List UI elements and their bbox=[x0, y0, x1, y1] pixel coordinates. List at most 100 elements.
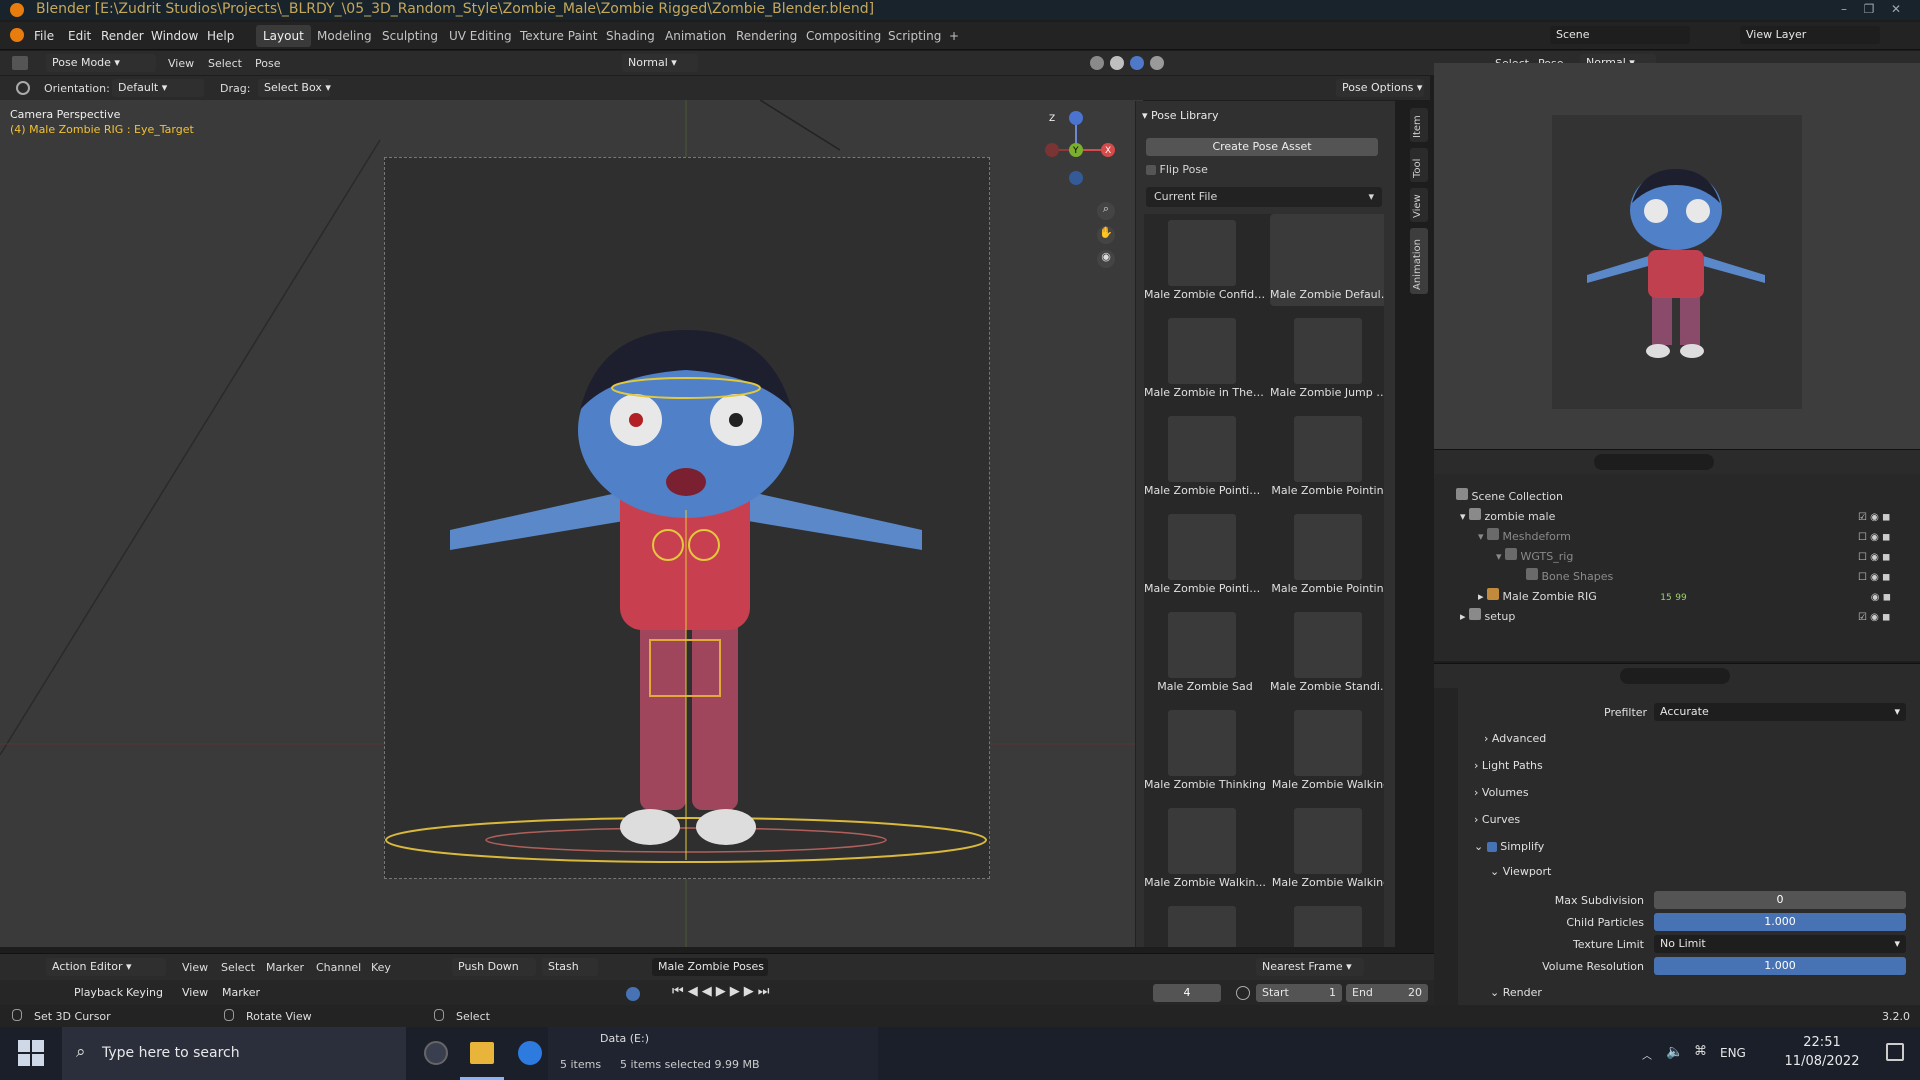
pose-item[interactable]: Male Zombie Jump H... bbox=[1270, 312, 1384, 404]
ae-menu-view[interactable]: View bbox=[182, 961, 208, 974]
child-particles-field[interactable]: 1.000 bbox=[1654, 913, 1906, 931]
pose-item[interactable]: Male Zombie Default ... bbox=[1270, 214, 1384, 306]
pose-item[interactable] bbox=[1270, 900, 1384, 947]
flip-pose-checkbox[interactable]: Flip Pose bbox=[1146, 163, 1208, 176]
tab-rendering[interactable]: Rendering bbox=[729, 25, 804, 47]
pose-item[interactable]: Male Zombie Thinking bbox=[1144, 704, 1266, 796]
menu-render[interactable]: Render bbox=[101, 29, 144, 43]
ae-menu-key[interactable]: Key bbox=[371, 961, 391, 974]
prefilter-dropdown[interactable]: Accurate ▾ bbox=[1654, 703, 1906, 721]
drag-dropdown[interactable]: Select Box ▾ bbox=[258, 79, 331, 97]
obs-taskbar-icon[interactable] bbox=[424, 1041, 448, 1065]
current-frame-field[interactable]: 4 bbox=[1153, 984, 1221, 1002]
menu-edit[interactable]: Edit bbox=[68, 29, 91, 43]
outliner-visibility-toggles[interactable]: ☑ ◉ ◼ ☐ ◉ ◼ ☐ ◉ ◼ ☐ ◉ ◼ ◉ ◼ ☑ ◉ ◼ bbox=[1858, 508, 1908, 628]
outliner-row-meshdeform[interactable]: ▾ Meshdeform bbox=[1478, 528, 1571, 548]
max-subdivision-field[interactable]: 0 bbox=[1654, 891, 1906, 909]
file-explorer-taskbar-icon[interactable] bbox=[470, 1042, 494, 1064]
menu-help[interactable]: Help bbox=[207, 29, 234, 43]
tab-texture-paint[interactable]: Texture Paint bbox=[513, 25, 604, 47]
view-layer-selector[interactable]: View Layer bbox=[1740, 26, 1880, 44]
camera-preview-viewport[interactable] bbox=[1434, 63, 1920, 449]
start-frame-field[interactable]: Start 1 bbox=[1256, 984, 1342, 1002]
texture-limit-dropdown[interactable]: No Limit ▾ bbox=[1654, 935, 1906, 953]
mode-selector[interactable]: Pose Mode ▾ bbox=[46, 54, 156, 72]
pan-hand-icon[interactable]: ✋ bbox=[1097, 226, 1115, 244]
outliner-row-wgts-rig[interactable]: ▾ WGTS_rig bbox=[1496, 548, 1573, 568]
3d-viewport[interactable]: Camera Perspective (4) Male Zombie RIG :… bbox=[0, 100, 1143, 947]
create-pose-asset-button[interactable]: Create Pose Asset bbox=[1146, 138, 1378, 156]
tab-tool[interactable]: Tool bbox=[1410, 148, 1428, 182]
ae-menu-select[interactable]: Select bbox=[221, 961, 255, 974]
tab-animation[interactable]: Animation bbox=[1410, 228, 1428, 294]
add-workspace-button[interactable]: + bbox=[942, 25, 966, 47]
maximize-icon[interactable]: ❐ bbox=[1860, 2, 1878, 18]
tab-animation[interactable]: Animation bbox=[658, 25, 733, 47]
pose-item[interactable]: Male Zombie Sad bbox=[1144, 606, 1266, 698]
tab-scripting[interactable]: Scripting bbox=[881, 25, 948, 47]
tab-item[interactable]: Item bbox=[1410, 108, 1428, 142]
pose-options-dropdown[interactable]: Pose Options ▾ bbox=[1336, 79, 1424, 97]
tool-icon[interactable] bbox=[16, 81, 30, 95]
viewport-menu-view[interactable]: View bbox=[168, 57, 194, 70]
keying-menu[interactable]: Keying bbox=[120, 984, 164, 1002]
scene-selector[interactable]: Scene bbox=[1550, 26, 1690, 44]
language-indicator[interactable]: ENG bbox=[1720, 1046, 1746, 1060]
menu-file[interactable]: File bbox=[34, 29, 54, 43]
section-curves[interactable]: › Curves bbox=[1474, 813, 1520, 826]
viewport-menu-select[interactable]: Select bbox=[208, 57, 242, 70]
viewport-menu-pose[interactable]: Pose bbox=[255, 57, 280, 70]
outliner-row-male-zombie-rig[interactable]: ▸ Male Zombie RIG 15 99 bbox=[1478, 588, 1687, 608]
snapping-dropdown[interactable]: Nearest Frame ▾ bbox=[1256, 958, 1364, 976]
clock-date[interactable]: 11/08/2022 bbox=[1762, 1054, 1882, 1069]
pose-item[interactable]: Male Zombie Pointin... bbox=[1144, 410, 1266, 502]
section-simplify[interactable]: ⌄ Simplify bbox=[1474, 840, 1544, 853]
section-volumes[interactable]: › Volumes bbox=[1474, 786, 1529, 799]
orientation-dropdown[interactable]: Default ▾ bbox=[112, 79, 204, 97]
volume-resolution-field[interactable]: 1.000 bbox=[1654, 957, 1906, 975]
notifications-icon[interactable] bbox=[1886, 1043, 1904, 1061]
end-frame-field[interactable]: End 20 bbox=[1346, 984, 1428, 1002]
pose-item[interactable]: Male Zombie Walking bbox=[1270, 802, 1384, 894]
properties-tab-strip[interactable] bbox=[1434, 688, 1458, 1006]
pose-item[interactable]: Male Zombie Pointin... bbox=[1144, 508, 1266, 600]
tab-uv-editing[interactable]: UV Editing bbox=[442, 25, 519, 47]
push-down-button[interactable]: Push Down bbox=[452, 958, 536, 976]
outliner-row-bone-shapes[interactable]: Bone Shapes bbox=[1526, 568, 1613, 588]
network-icon[interactable]: ⌘ bbox=[1694, 1044, 1707, 1059]
tray-chevron-icon[interactable]: ︿ bbox=[1642, 1047, 1652, 1062]
pose-item[interactable]: Male Zombie Standin... bbox=[1270, 606, 1384, 698]
tab-shading[interactable]: Shading bbox=[599, 25, 662, 47]
outliner-search-input[interactable] bbox=[1594, 454, 1714, 470]
pose-item[interactable]: Male Zombie Confiden bbox=[1144, 214, 1266, 306]
zombie-character[interactable] bbox=[300, 260, 1080, 920]
tab-sculpting[interactable]: Sculpting bbox=[375, 25, 445, 47]
clock-time[interactable]: 22:51 bbox=[1780, 1035, 1864, 1050]
edge-taskbar-icon[interactable] bbox=[518, 1041, 542, 1065]
properties-search-input[interactable] bbox=[1620, 668, 1730, 684]
windows-start-icon[interactable] bbox=[18, 1040, 44, 1066]
editor-type-icon[interactable] bbox=[12, 56, 28, 70]
minimize-icon[interactable]: – bbox=[1835, 2, 1853, 18]
pose-item[interactable]: Male Zombie in The ai bbox=[1144, 312, 1266, 404]
outliner-row-scene-collection[interactable]: Scene Collection bbox=[1456, 488, 1563, 508]
tab-view[interactable]: View bbox=[1410, 188, 1428, 222]
library-selector[interactable]: Current File ▾ bbox=[1146, 187, 1382, 207]
close-icon[interactable]: ✕ bbox=[1887, 2, 1905, 18]
section-advanced[interactable]: › Advanced bbox=[1484, 732, 1546, 745]
shading-buttons[interactable] bbox=[1090, 56, 1208, 70]
action-editor-mode[interactable]: Action Editor ▾ bbox=[46, 958, 166, 976]
blender-menu-icon[interactable] bbox=[10, 28, 24, 42]
ae-menu-channel[interactable]: Channel bbox=[316, 961, 361, 974]
subsection-render[interactable]: ⌄ Render bbox=[1490, 986, 1542, 999]
pose-item[interactable]: Male Zombie Pointing bbox=[1270, 410, 1384, 502]
stash-button[interactable]: Stash bbox=[542, 958, 598, 976]
action-selector[interactable]: Male Zombie Poses bbox=[652, 958, 768, 976]
playback-controls[interactable]: ⏮◀◀▶▶▶⏭ bbox=[672, 984, 773, 999]
camera-view-icon[interactable]: ◉ bbox=[1097, 250, 1115, 268]
section-light-paths[interactable]: › Light Paths bbox=[1474, 759, 1543, 772]
timeline-marker-menu[interactable]: Marker bbox=[216, 984, 262, 1002]
menu-window[interactable]: Window bbox=[151, 29, 198, 43]
transform-orientation-dropdown[interactable]: Normal ▾ bbox=[622, 54, 698, 72]
taskbar-search-box[interactable]: ⌕ Type here to search bbox=[62, 1027, 406, 1080]
